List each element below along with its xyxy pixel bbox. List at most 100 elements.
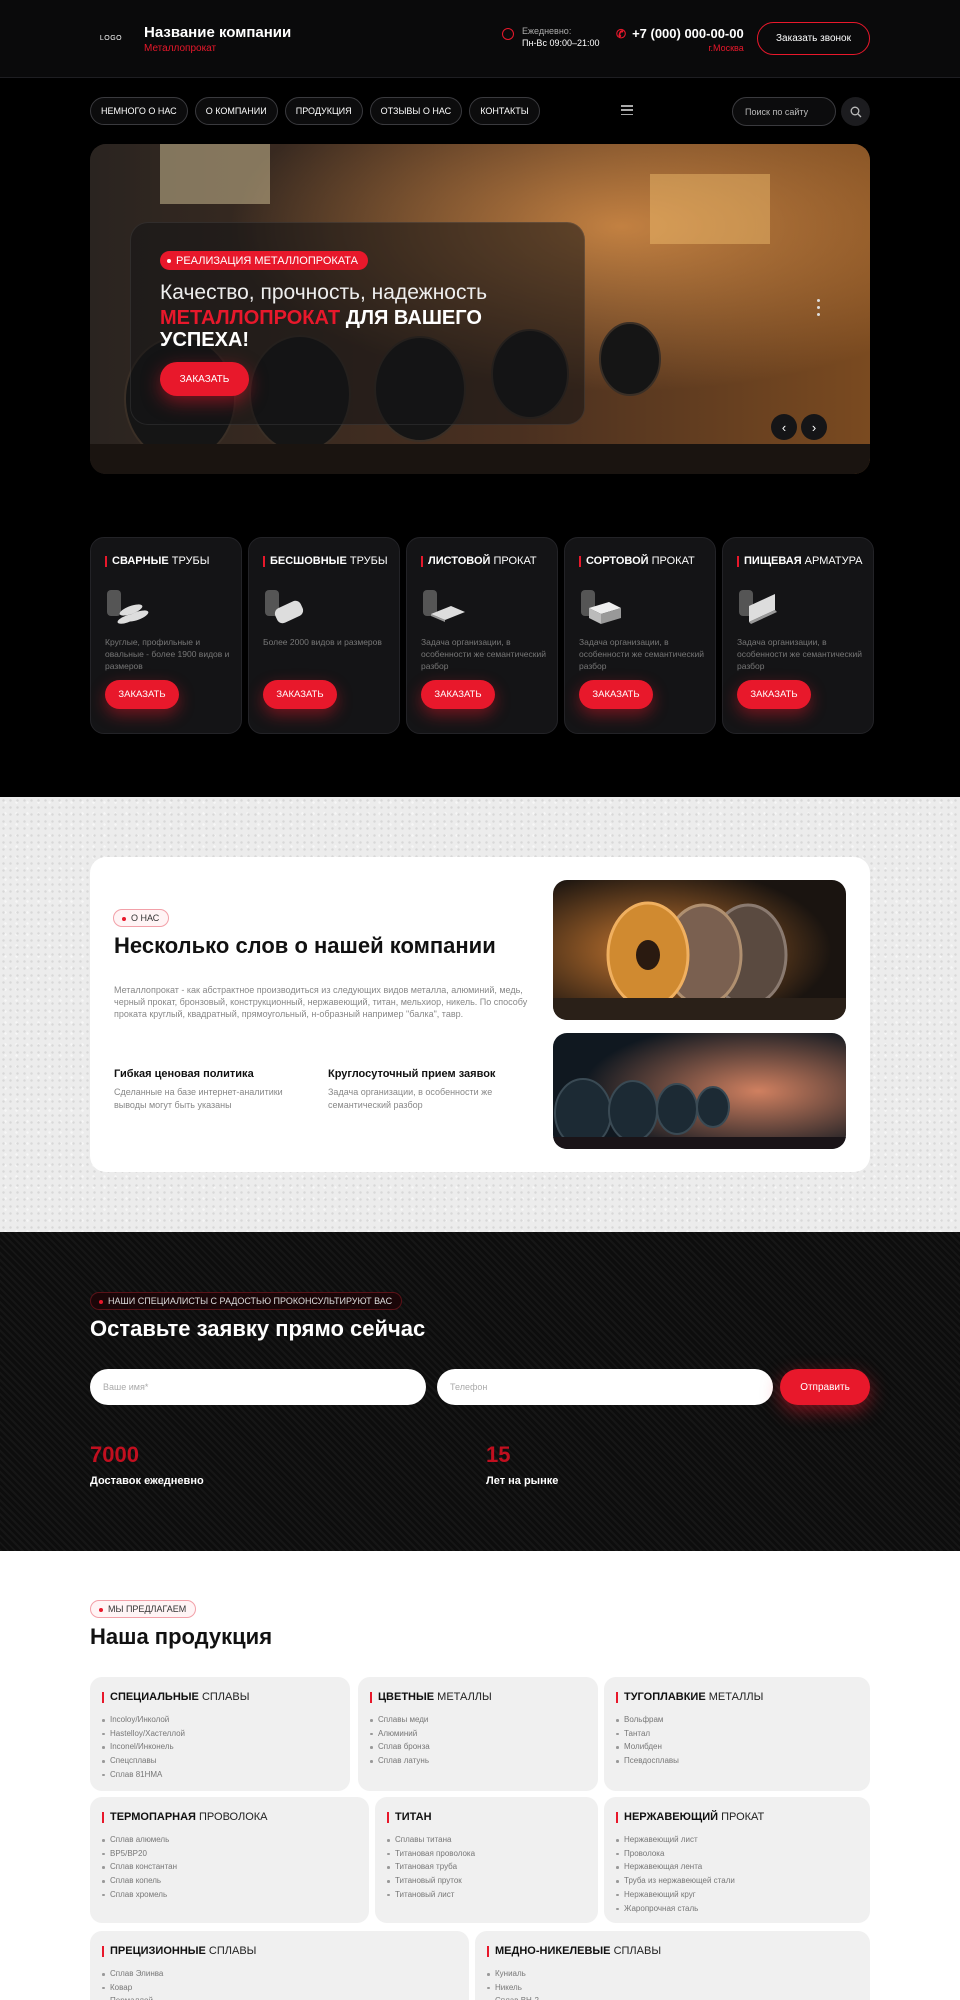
nav-item-products[interactable]: ПРОДУКЦИЯ — [284, 97, 363, 125]
working-hours: Ежедневно: Пн-Вс 09:00–21:00 — [502, 26, 600, 48]
product-link[interactable]: Ковар — [102, 1981, 163, 1995]
stat-deliveries: 7000 Доставок ежедневно — [90, 1442, 204, 1487]
product-link[interactable]: Hastelloy/Хастеллой — [102, 1727, 185, 1741]
nav-item-contacts[interactable]: КОНТАКТЫ — [469, 97, 540, 125]
product-link[interactable]: Сплав 81НМА — [102, 1768, 185, 1782]
product-link[interactable]: Алюминий — [370, 1727, 430, 1741]
product-link[interactable]: Inconel/Инконель — [102, 1740, 185, 1754]
site-header: LOGO Название компании Металлопрокат Еже… — [0, 0, 960, 78]
feature-text: Сделанные на базе интернет-аналитики выв… — [114, 1087, 283, 1110]
hero-order-button[interactable]: ЗАКАЗАТЬ — [160, 362, 249, 396]
product-link[interactable]: Сплав константан — [102, 1860, 177, 1874]
about-photo-warehouse — [553, 1033, 846, 1149]
card-description: Задача организации, в особенности же сем… — [737, 637, 862, 671]
product-link[interactable]: Титановый пруток — [387, 1874, 475, 1888]
product-link[interactable]: Сплавы меди — [370, 1713, 430, 1727]
product-link[interactable]: Титановый лист — [387, 1888, 475, 1902]
product-link[interactable]: ВР5/ВР20 — [102, 1847, 177, 1861]
product-link[interactable]: Куниаль — [487, 1967, 539, 1981]
product-box-title: СПЕЦИАЛЬНЫЕ СПЛАВЫ — [102, 1692, 249, 1703]
company-name: Название компании — [144, 24, 292, 41]
category-card: ЛИСТОВОЙ ПРОКАТ Задача организации, в ос… — [406, 537, 558, 734]
product-link[interactable]: Сплавы титана — [387, 1833, 475, 1847]
product-link[interactable]: Молибден — [616, 1740, 679, 1754]
cylinder-icon — [265, 590, 304, 624]
nav-item-about-us[interactable]: НЕМНОГО О НАС — [90, 97, 188, 125]
hours-label: Ежедневно: — [522, 26, 572, 36]
product-box: ЦВЕТНЫЕ МЕТАЛЛЫ Сплавы меди Алюминий Сплав … — [358, 1677, 598, 1791]
stat-label: Лет на рынке — [486, 1475, 559, 1487]
pipes-icon — [107, 590, 149, 624]
search-button[interactable] — [841, 97, 870, 126]
card-order-button[interactable]: ЗАКАЗАТЬ — [579, 680, 653, 709]
slider-next-button[interactable]: › — [801, 414, 827, 440]
product-link[interactable]: Сплав ВН-2 — [487, 1994, 539, 2000]
slider-prev-button[interactable]: ‹ — [771, 414, 797, 440]
product-box-title: ТИТАН — [387, 1812, 432, 1823]
product-list: Вольфрам Тантал Молибден Псевдосплавы — [616, 1713, 679, 1768]
sheet-icon — [423, 590, 465, 622]
product-box-title: ЦВЕТНЫЕ МЕТАЛЛЫ — [370, 1692, 492, 1703]
card-order-button[interactable]: ЗАКАЗАТЬ — [737, 680, 811, 709]
product-link[interactable]: Сплав Элинва — [102, 1967, 163, 1981]
feature-text: Задача организации, в особенности же сем… — [328, 1087, 493, 1110]
product-link[interactable]: Сплав алюмель — [102, 1833, 177, 1847]
about-section: О НАС Несколько слов о нашей компании Ме… — [0, 797, 960, 1232]
product-link[interactable]: Сплав латунь — [370, 1754, 430, 1768]
company-block: Название компании Металлопрокат — [144, 24, 291, 54]
product-link[interactable]: Титановая труба — [387, 1860, 475, 1874]
product-link[interactable]: Псевдосплавы — [616, 1754, 679, 1768]
product-box: ТУГОПЛАВКИЕ МЕТАЛЛЫ Вольфрам Тантал Молибде… — [604, 1677, 870, 1791]
feature-orders: Круглосуточный прием заявок Задача орган… — [328, 1068, 528, 1112]
product-link[interactable]: Проволока — [616, 1847, 735, 1861]
product-link[interactable]: Сплав хромель — [102, 1888, 177, 1902]
card-title: ЛИСТОВОЙ ПРОКАТ — [421, 556, 537, 567]
card-order-button[interactable]: ЗАКАЗАТЬ — [105, 680, 179, 709]
product-link[interactable]: Спецсплавы — [102, 1754, 185, 1768]
request-section: НАШИ СПЕЦИАЛИСТЫ С РАДОСТЬЮ ПРОКОНСУЛЬТИ… — [0, 1232, 960, 1551]
product-link[interactable]: Вольфрам — [616, 1713, 679, 1727]
card-title: БЕСШОВНЫЕ ТРУБЫ — [263, 556, 388, 567]
hero-title-accent: МЕТАЛЛОПРОКАТ — [160, 307, 341, 329]
product-box-title: ПРЕЦИЗИОННЫЕ СПЛАВЫ — [102, 1946, 256, 1957]
about-text: Металлопрокат - как абстрактное производ… — [114, 985, 528, 1019]
card-title: ПИЩЕВАЯ АРМАТУРА — [737, 556, 863, 567]
product-list: КуниальНикельСплав ВН-2 — [487, 1967, 539, 2000]
hero-tagline: Качество, прочность, надежность — [160, 281, 488, 304]
product-link[interactable]: Нержавеющая лента — [616, 1860, 735, 1874]
product-list: Сплавы титана Титановая проволока Титанова… — [387, 1833, 475, 1902]
nav-item-company[interactable]: О КОМПАНИИ — [194, 97, 278, 125]
product-link[interactable]: Пермаллой — [102, 1994, 163, 2000]
product-link[interactable]: Жаропрочная сталь — [616, 1902, 735, 1916]
product-link[interactable]: Труба из нержавеющей стали — [616, 1874, 735, 1888]
search-input[interactable] — [732, 97, 836, 126]
product-link[interactable]: Титановая проволока — [387, 1847, 475, 1861]
section-tag: О НАС — [113, 909, 170, 927]
product-list: Сплав алюмель ВР5/ВР20 Сплав константан Спл… — [102, 1833, 177, 1902]
card-description: Более 2000 видов и размеров — [263, 637, 382, 647]
name-input[interactable] — [90, 1369, 426, 1405]
clock-icon — [502, 28, 514, 40]
product-link[interactable]: Никель — [487, 1981, 539, 1995]
phone-number[interactable]: +7 (000) 000-00-00 — [632, 26, 744, 41]
product-list: Сплав ЭлинваКоварПермаллой — [102, 1967, 163, 2000]
product-box: СПЕЦИАЛЬНЫЕ СПЛАВЫ Incoloy/Инколой Hastell… — [90, 1677, 350, 1791]
slider-dots[interactable] — [817, 299, 820, 316]
product-link[interactable]: Сплав бронза — [370, 1740, 430, 1754]
product-link[interactable]: Тантал — [616, 1727, 679, 1741]
hero-slider: РЕАЛИЗАЦИЯ МЕТАЛЛОПРОКАТА Качество, проч… — [90, 144, 870, 474]
product-link[interactable]: Incoloy/Инколой — [102, 1713, 185, 1727]
send-button[interactable]: Отправить — [780, 1369, 870, 1405]
phone-input[interactable] — [437, 1369, 773, 1405]
order-call-button[interactable]: Заказать звонок — [757, 22, 870, 55]
menu-icon[interactable] — [621, 105, 633, 115]
product-link[interactable]: Сплав копель — [102, 1874, 177, 1888]
card-order-button[interactable]: ЗАКАЗАТЬ — [421, 680, 495, 709]
product-link[interactable]: Нержавеющий лист — [616, 1833, 735, 1847]
logo[interactable]: LOGO — [90, 26, 132, 50]
hero-card: РЕАЛИЗАЦИЯ МЕТАЛЛОПРОКАТА Качество, проч… — [130, 222, 585, 425]
product-link[interactable]: Нержавеющий круг — [616, 1888, 735, 1902]
hours-value: Пн-Вс 09:00–21:00 — [522, 38, 600, 48]
card-order-button[interactable]: ЗАКАЗАТЬ — [263, 680, 337, 709]
nav-item-reviews[interactable]: ОТЗЫВЫ О НАС — [369, 97, 463, 125]
